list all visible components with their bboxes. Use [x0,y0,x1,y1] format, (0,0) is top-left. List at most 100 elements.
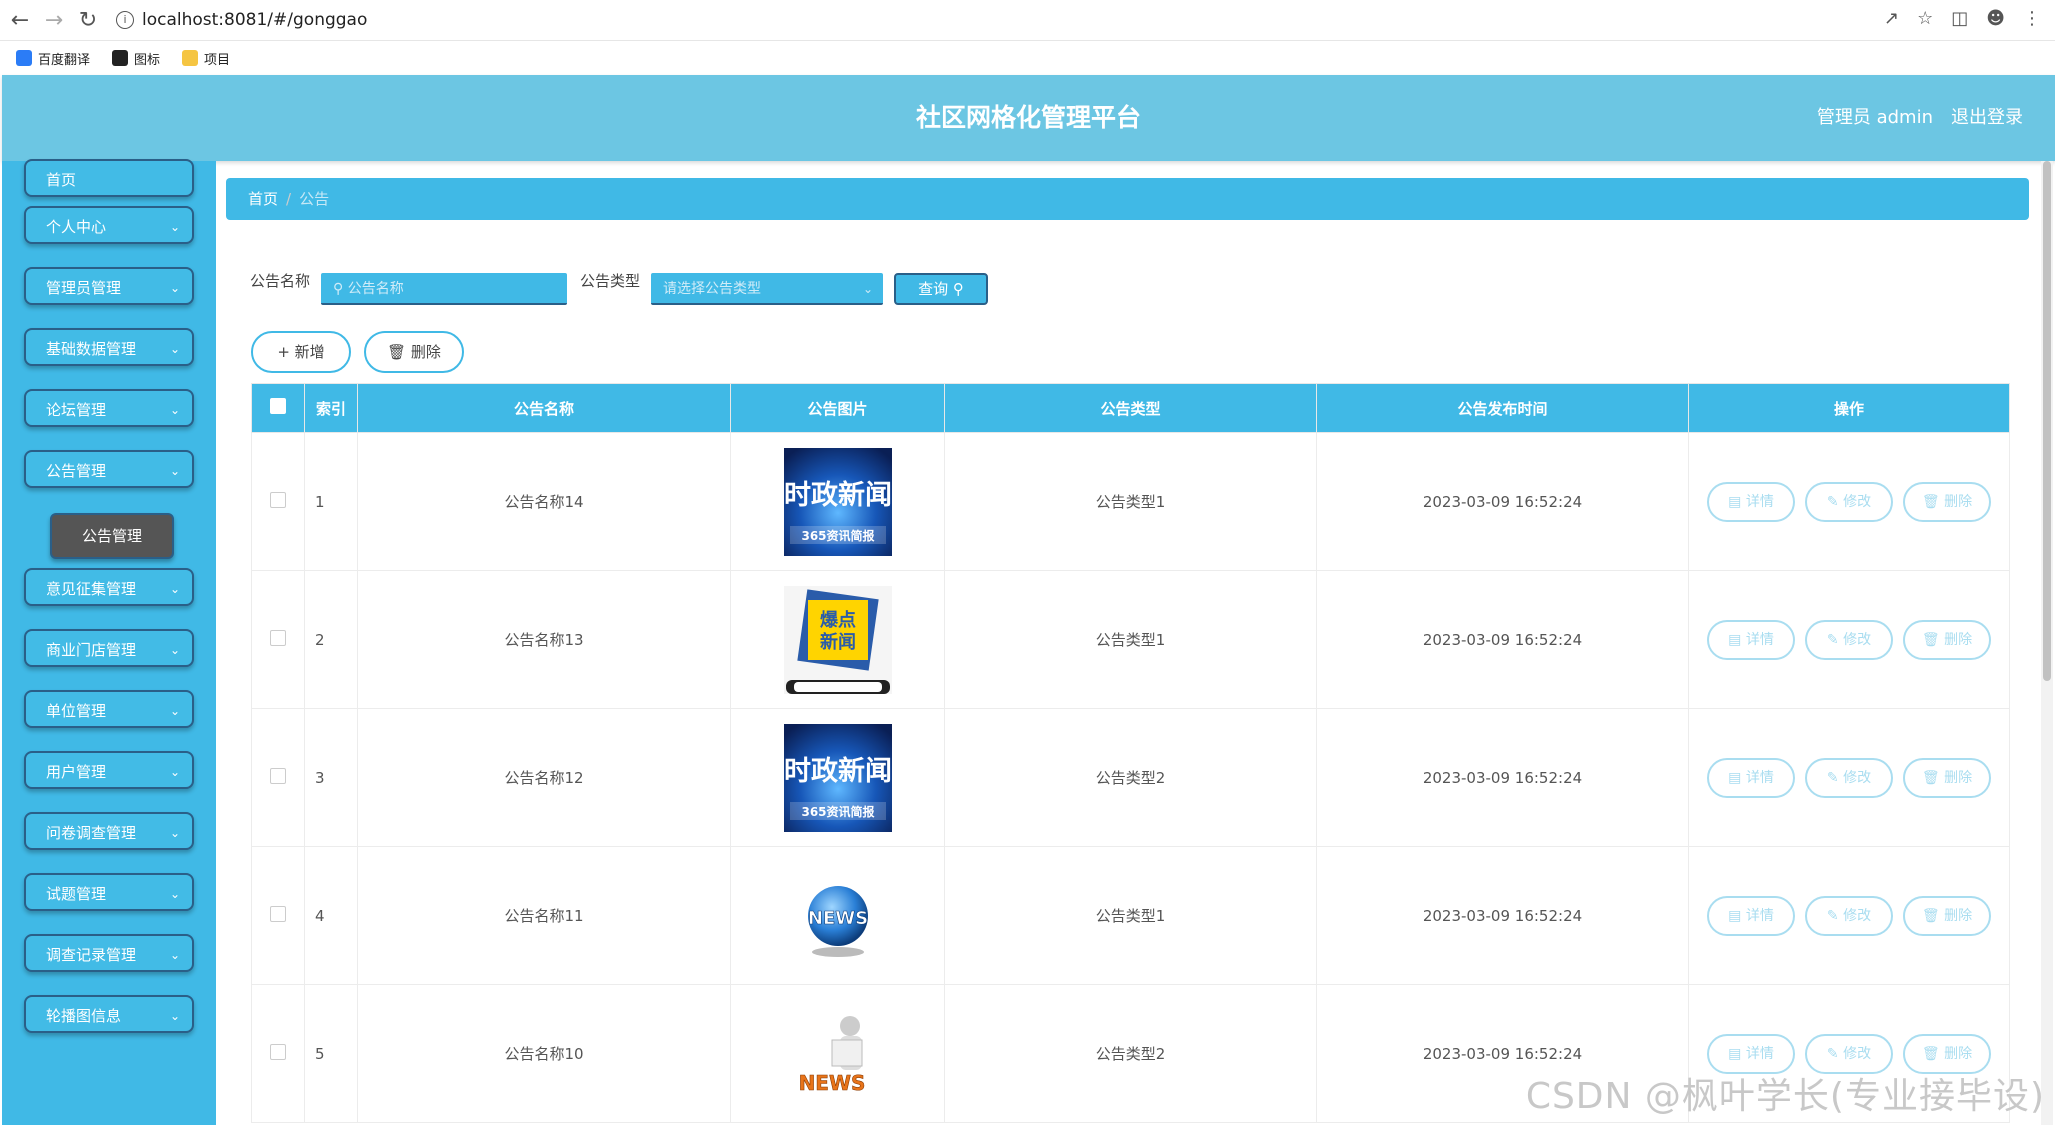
row-action-group: ▤ 详情 ✎ 修改 🗑 删除 [1690,619,2008,660]
translate-icon [16,50,32,66]
page-scrollbar[interactable] [2041,161,2053,1125]
delete-button[interactable]: 🗑 删除 [1903,619,1991,660]
thumbnail-title: 时政新闻 [784,755,892,787]
sidepanel-icon[interactable]: ◫ [1951,8,1968,29]
search-form: 公告名称 ⚲ 公告名称 公告类型 请选择公告类型 ⌄ 查询 ⚲ [216,272,2055,309]
row-image-box: 时政新闻 365资讯简报 [783,723,892,832]
column-header: 操作 [1688,383,2010,433]
row-type: 公告类型1 [944,846,1317,985]
pencil-icon: ✎ [1826,769,1839,786]
thumbnail-title: NEWS [798,1071,865,1095]
news-thumbnail: NEWS [783,999,892,1108]
row-image: 爆点 新闻 [730,570,945,709]
row-index: 2 [304,570,358,709]
news-thumbnail: NEWS [807,885,868,957]
app: 社区网格化管理平台 管理员 admin 退出登录 首页 个人中心 ⌄ 管理员管理 ⌄… [2,75,2055,1125]
sidebar-item-questions[interactable]: 试题管理 ⌄ [24,873,194,911]
sidebar-item-opinion[interactable]: 意见征集管理 ⌄ [24,568,194,606]
forward-icon[interactable]: → [40,8,68,33]
row-time: 2023-03-09 16:52:24 [1316,570,1689,709]
sidebar-item-basedata[interactable]: 基础数据管理 ⌄ [24,328,194,366]
row-type: 公告类型1 [944,570,1317,709]
logout-link[interactable]: 退出登录 [1951,75,2023,161]
chevron-down-icon: ⌄ [169,342,180,356]
table-row: 1 公告名称14 时政新闻 365资讯简报 公告类型1 2023-03-09 16:52:… [251,432,2010,571]
menu-icon[interactable]: ⋮ [2023,8,2041,29]
sidebar-item-home[interactable]: 首页 [24,159,194,197]
row-checkbox[interactable] [270,1043,286,1060]
sidebar-item-notice[interactable]: 公告管理 ⌄ [24,450,194,488]
sidebar-item-unit[interactable]: 单位管理 ⌄ [24,690,194,728]
row-index: 3 [304,708,358,847]
type-select[interactable]: 请选择公告类型 ⌄ [651,273,883,305]
row-checkbox[interactable] [270,905,286,922]
chevron-down-icon: ⌄ [169,704,180,718]
bookmark-item[interactable]: 百度翻译 [16,49,90,68]
row-image-box: 爆点 新闻 [783,585,892,694]
profile-icon[interactable]: ☻ [1986,8,2005,29]
admin-label: 管理员 admin [1816,107,1933,128]
sidebar-item-profile[interactable]: 个人中心 ⌄ [24,206,194,244]
sidebar-item-carousel[interactable]: 轮播图信息 ⌄ [24,995,194,1033]
breadcrumb-home[interactable]: 首页 [248,190,278,208]
row-action-group: ▤ 详情 ✎ 修改 🗑 删除 [1690,895,2008,936]
bookmark-item[interactable]: 图标 [112,49,160,68]
chevron-down-icon: ⌄ [169,1009,180,1023]
batch-delete-button[interactable]: 🗑 删除 [364,331,464,373]
detail-button[interactable]: ▤ 详情 [1707,895,1795,936]
delete-button[interactable]: 🗑 删除 [1903,481,1991,522]
bookmark-item[interactable]: 项目 [182,49,230,68]
scrollbar-thumb[interactable] [2043,161,2051,681]
detail-button[interactable]: ▤ 详情 [1707,481,1795,522]
row-image-box: NEWS [784,862,892,970]
row-image: NEWS [730,846,945,985]
sidebar-item-store[interactable]: 商业门店管理 ⌄ [24,629,194,667]
column-header: 索引 [304,383,358,433]
sidebar-subitem-notice[interactable]: 公告管理 [50,513,174,559]
edit-button[interactable]: ✎ 修改 [1805,481,1893,522]
row-actions: ▤ 详情 ✎ 修改 🗑 删除 [1688,708,2010,847]
detail-button[interactable]: ▤ 详情 [1707,757,1795,798]
row-type: 公告类型1 [944,432,1317,571]
row-select-cell [251,570,305,709]
delete-button[interactable]: 🗑 删除 [1903,757,1991,798]
row-select-cell [251,846,305,985]
table-row: 3 公告名称12 时政新闻 365资讯简报 公告类型2 2023-03-09 16:52:… [251,708,2010,847]
url-text: localhost:8081/#/gonggao [142,10,368,30]
table-header-row: 索引 公告名称 公告图片 公告类型 公告发布时间 操作 [251,383,2010,433]
delete-button[interactable]: 🗑 删除 [1903,895,1991,936]
edit-button[interactable]: ✎ 修改 [1805,619,1893,660]
sidebar-item-users[interactable]: 用户管理 ⌄ [24,751,194,789]
pencil-icon: ✎ [1826,493,1839,510]
info-icon[interactable]: i [116,11,134,29]
detail-button[interactable]: ▤ 详情 [1707,619,1795,660]
address-bar[interactable]: i localhost:8081/#/gonggao [116,10,367,30]
share-icon[interactable]: ↗ [1884,8,1899,29]
table-row: 4 公告名称11 NEWS 公告类型1 2023-03-09 16:52:24 ▤ 详情 ✎… [251,846,2010,985]
query-button[interactable]: 查询 ⚲ [894,273,988,305]
sidebar-item-records[interactable]: 调查记录管理 ⌄ [24,934,194,972]
name-search-label: 公告名称 [250,272,311,290]
add-button[interactable]: + 新增 [251,331,351,373]
sidebar-item-survey[interactable]: 问卷调查管理 ⌄ [24,812,194,850]
sidebar-item-admins[interactable]: 管理员管理 ⌄ [24,267,194,305]
back-icon[interactable]: ← [6,8,34,33]
edit-button[interactable]: ✎ 修改 [1805,895,1893,936]
row-actions: ▤ 详情 ✎ 修改 🗑 删除 [1688,432,2010,571]
trash-icon: 🗑 [1921,631,1940,648]
select-all-checkbox[interactable] [270,398,286,414]
browser-toolbar: ← → ↻ i localhost:8081/#/gonggao ↗ ☆ ◫ ☻… [0,0,2055,41]
select-all-cell [251,383,305,433]
row-checkbox[interactable] [270,491,286,508]
edit-button[interactable]: ✎ 修改 [1805,757,1893,798]
reload-icon[interactable]: ↻ [74,8,102,33]
top-header: 社区网格化管理平台 管理员 admin 退出登录 [2,75,2055,161]
document-icon: ▤ [1728,907,1742,924]
row-checkbox[interactable] [270,629,286,646]
star-icon[interactable]: ☆ [1917,8,1933,29]
sidebar-item-forum[interactable]: 论坛管理 ⌄ [24,389,194,427]
row-type: 公告类型2 [944,708,1317,847]
search-icon: ⚲ [333,281,344,297]
row-checkbox[interactable] [270,767,286,784]
name-search-input[interactable]: ⚲ 公告名称 [321,273,567,305]
